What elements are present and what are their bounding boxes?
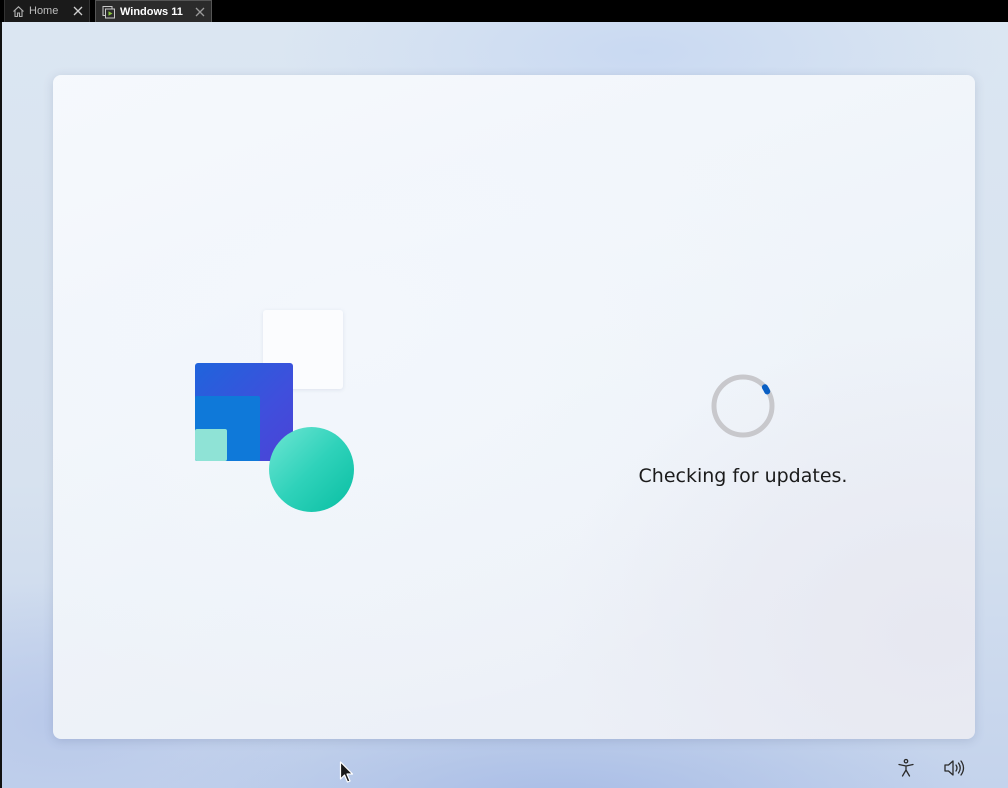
setup-illustration xyxy=(194,310,354,512)
illustration-mint-tile xyxy=(195,429,227,461)
accessibility-icon[interactable] xyxy=(894,756,918,780)
tab-bar: Home Windows 11 xyxy=(0,0,1008,22)
tab-label: Windows 11 xyxy=(120,5,183,18)
home-icon xyxy=(11,4,25,18)
close-icon[interactable] xyxy=(71,4,85,18)
vm-icon xyxy=(102,5,116,19)
close-icon[interactable] xyxy=(193,5,207,19)
tab-home[interactable]: Home xyxy=(4,0,90,22)
tab-label: Home xyxy=(29,5,59,17)
mouse-cursor-icon xyxy=(339,761,355,785)
loading-spinner xyxy=(710,373,776,439)
tab-windows-11[interactable]: Windows 11 xyxy=(95,0,212,22)
volume-icon[interactable] xyxy=(942,756,966,780)
status-message: Checking for updates. xyxy=(638,465,848,487)
illustration-teal-circle xyxy=(269,427,354,512)
oobe-card xyxy=(53,75,975,739)
